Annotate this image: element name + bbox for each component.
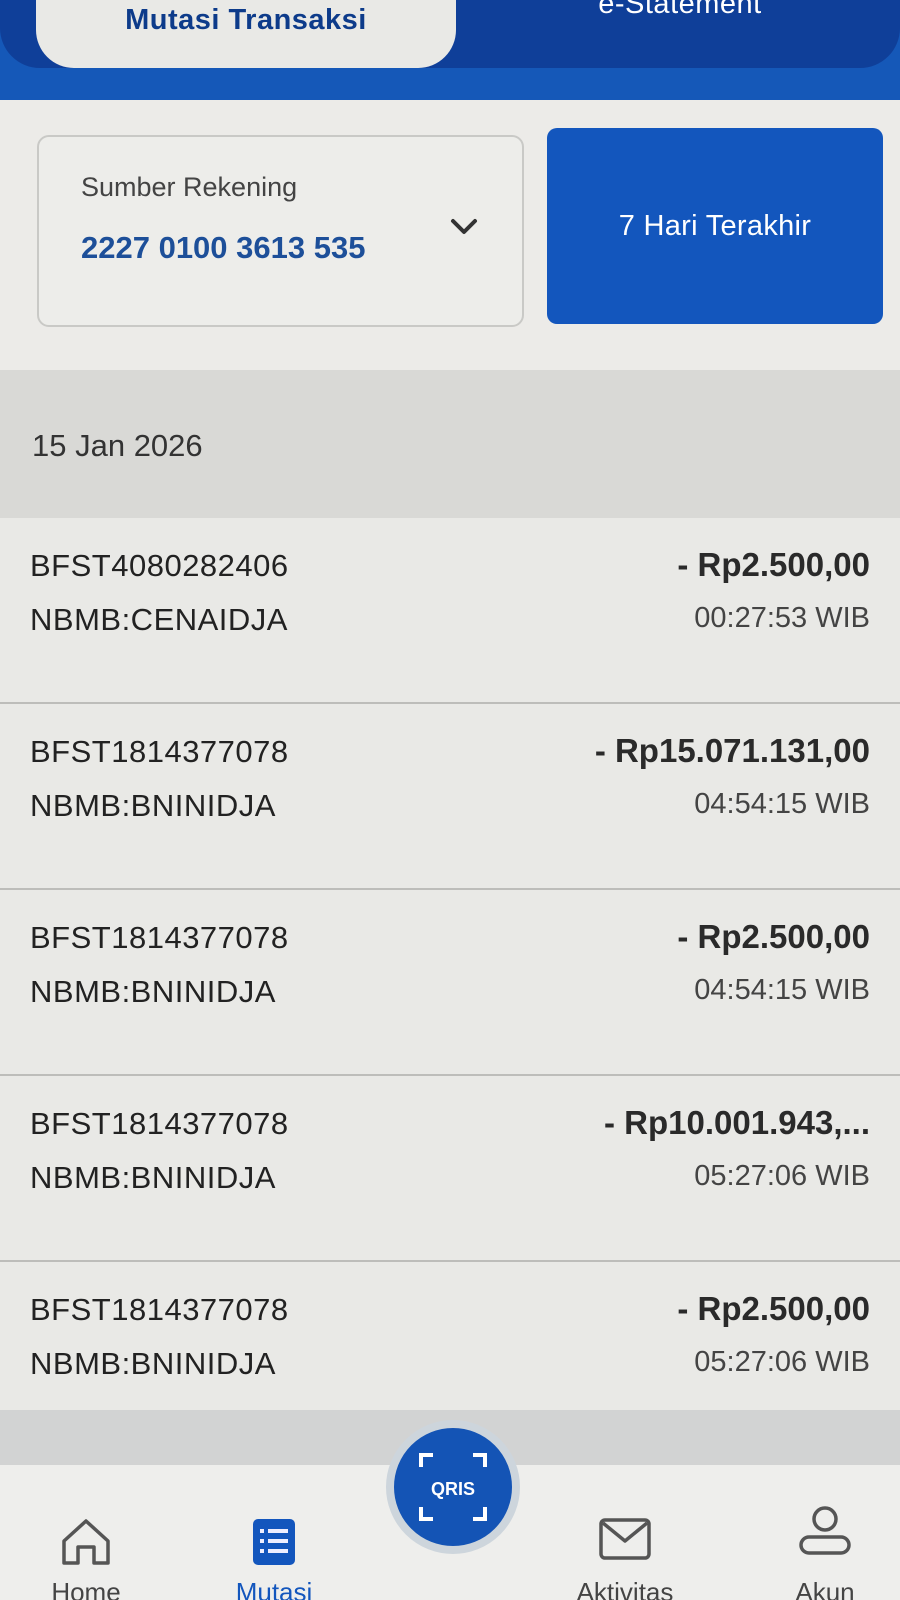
transaction-desc: NBMB:BNINIDJA [30,1346,276,1381]
account-selector[interactable]: Sumber Rekening 2227 0100 3613 535 [37,135,524,327]
nav-aktivitas[interactable]: Aktivitas [545,1465,705,1600]
transaction-amount: - Rp2.500,00 [677,546,870,583]
home-icon [60,1517,112,1574]
date-header: 15 Jan 2026 [32,428,203,463]
transaction-ref: BFST1814377078 [30,1106,289,1141]
transaction-time: 00:27:53 WIB [694,602,870,634]
transaction-row[interactable]: BFST4080282406 NBMB:CENAIDJA - Rp2.500,0… [0,518,900,704]
transaction-desc: NBMB:BNINIDJA [30,974,276,1009]
tab-e-statement[interactable]: e-Statement [500,0,860,56]
transaction-ref: BFST1814377078 [30,734,289,769]
transaction-desc: NBMB:CENAIDJA [30,602,288,637]
transaction-desc: NBMB:BNINIDJA [30,788,276,823]
account-label: Sumber Rekening [81,172,298,202]
nav-akun-label: Akun [795,1577,855,1600]
nav-akun[interactable]: Akun [745,1465,900,1600]
transaction-row[interactable]: BFST1814377078 NBMB:BNINIDJA - Rp10.001.… [0,1076,900,1262]
period-filter-button[interactable]: 7 Hari Terakhir [547,128,883,324]
transaction-time: 04:54:15 WIB [694,974,870,1006]
nav-mutasi-label: Mutasi [235,1577,313,1600]
transaction-time: 05:27:06 WIB [694,1160,870,1192]
nav-mutasi[interactable]: Mutasi [194,1465,354,1600]
transaction-row[interactable]: BFST1814377078 NBMB:BNINIDJA - Rp15.071.… [0,704,900,890]
transaction-amount: - Rp2.500,00 [677,1290,870,1327]
qris-label: QRIS [431,1479,475,1499]
account-number: 2227 0100 3613 535 [81,230,366,265]
nav-aktivitas-label: Aktivitas [576,1577,674,1600]
transaction-time: 04:54:15 WIB [694,788,870,820]
chevron-down-icon [444,207,484,247]
mail-icon [598,1517,652,1568]
transaction-ref: BFST1814377078 [30,1292,289,1327]
tab-bar: Mutasi Transaksi e-Statement [0,0,900,68]
transaction-list: BFST4080282406 NBMB:CENAIDJA - Rp2.500,0… [0,518,900,1418]
transaction-amount: - Rp10.001.943,... [604,1104,870,1141]
transaction-ref: BFST1814377078 [30,920,289,955]
list-icon [251,1517,297,1574]
transaction-time: 05:27:06 WIB [694,1346,870,1378]
date-section: 15 Jan 2026 [0,370,900,518]
transaction-ref: BFST4080282406 [30,548,289,583]
top-bar: Mutasi Transaksi e-Statement [0,0,900,100]
qris-scan-icon: QRIS [419,1453,487,1521]
transaction-desc: NBMB:BNINIDJA [30,1160,276,1195]
transaction-amount: - Rp2.500,00 [677,918,870,955]
nav-home-label: Home [51,1577,121,1600]
transaction-row[interactable]: BFST1814377078 NBMB:BNINIDJA - Rp2.500,0… [0,890,900,1076]
transaction-amount: - Rp15.071.131,00 [594,732,870,769]
profile-icon [797,1503,853,1574]
tab-mutasi-transaksi[interactable]: Mutasi Transaksi [36,0,456,68]
qris-scan-button[interactable]: QRIS [386,1420,520,1554]
filter-section: Sumber Rekening 2227 0100 3613 535 7 Har… [0,100,900,370]
nav-home[interactable]: Home [6,1465,166,1600]
